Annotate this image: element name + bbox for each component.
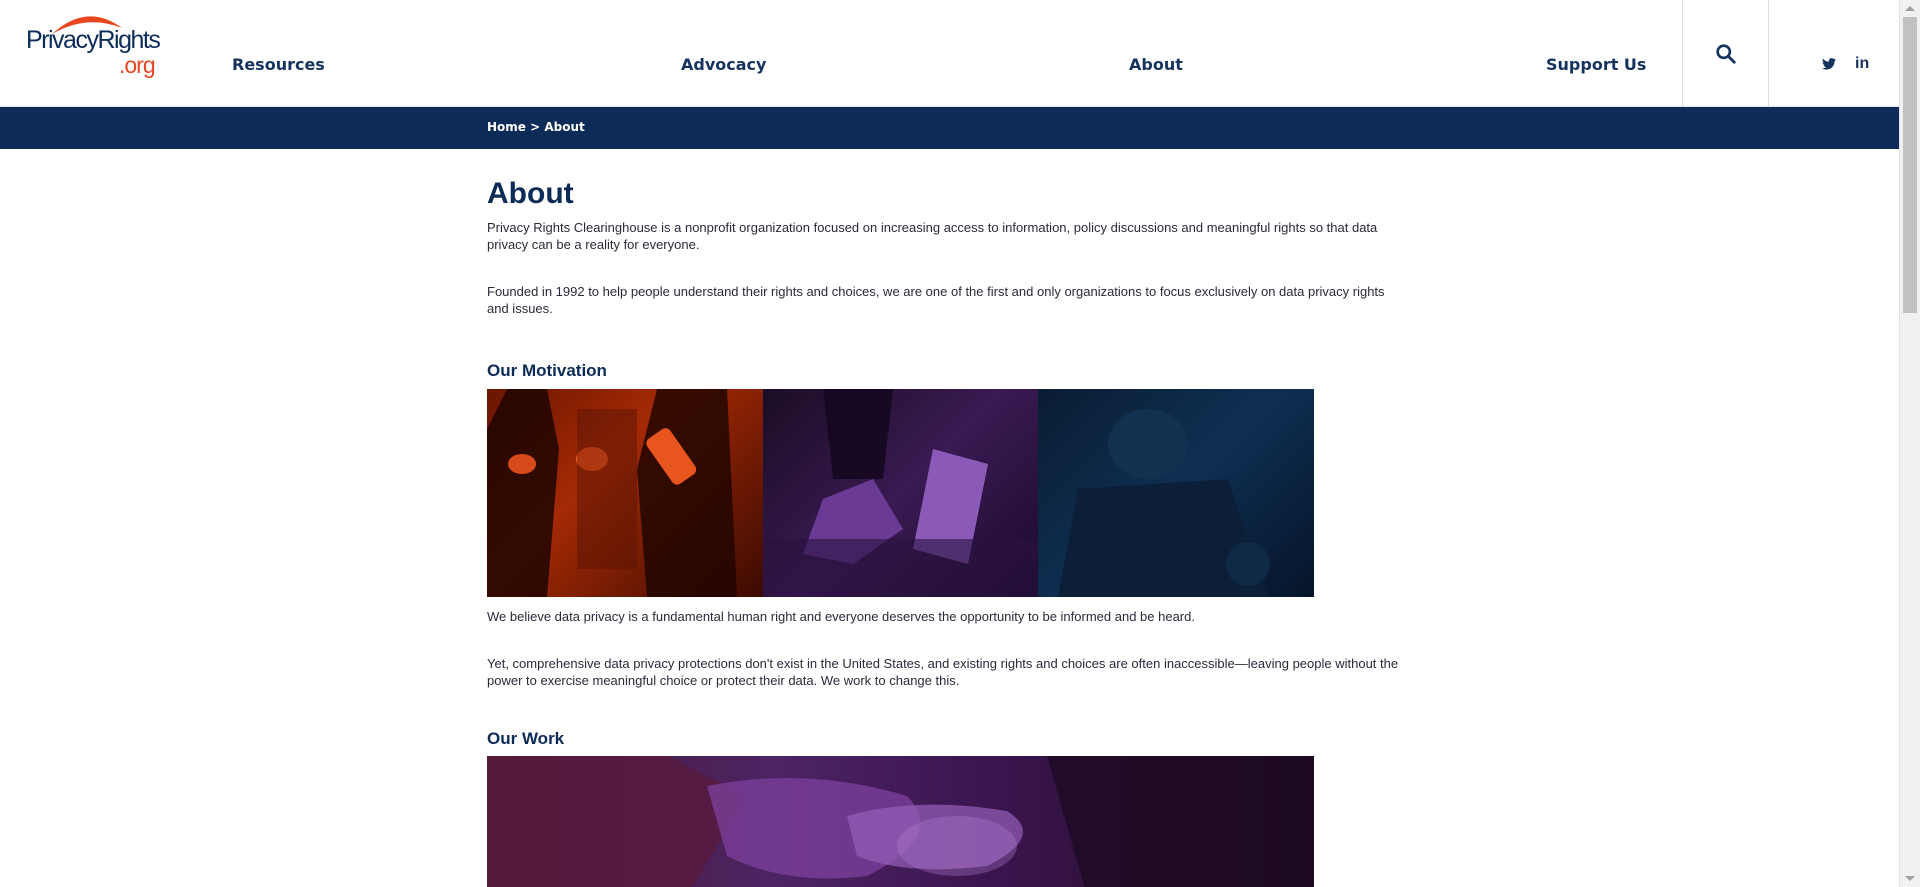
page-title: About [487, 177, 574, 210]
intro-paragraph: Privacy Rights Clearinghouse is a nonpro… [487, 220, 1378, 252]
scroll-up-arrow-icon[interactable] [1905, 6, 1915, 11]
twitter-icon[interactable] [1822, 55, 1836, 74]
section-heading-work: Our Work [487, 729, 565, 748]
nav-advocacy[interactable]: Advocacy [681, 55, 766, 74]
nav-resources[interactable]: Resources [232, 55, 325, 74]
breadcrumb: Home > About [487, 120, 585, 134]
linkedin-icon[interactable]: in [1855, 55, 1869, 73]
nav-support-us[interactable]: Support Us [1546, 55, 1646, 74]
breadcrumb-current: About [544, 120, 585, 134]
nav-about[interactable]: About [1129, 55, 1183, 74]
logo-text-main: PrivacyRights [26, 26, 161, 54]
work-image [487, 756, 1314, 887]
page-scrollbar[interactable] [1899, 0, 1920, 887]
section-heading-motivation: Our Motivation [487, 361, 607, 380]
motivation-paragraph: We believe data privacy is a fundamental… [487, 609, 1195, 624]
motivation-paragraph: Yet, comprehensive data privacy protecti… [487, 656, 1399, 688]
image-panel-stress [1038, 389, 1314, 597]
header-divider [1768, 0, 1769, 107]
breadcrumb-separator: > [525, 120, 545, 134]
logo-text-suffix: .org [119, 52, 156, 78]
image-panel-business [487, 389, 763, 597]
scroll-down-arrow-icon[interactable] [1905, 876, 1915, 881]
motivation-image [487, 389, 1314, 597]
search-icon [1715, 44, 1736, 64]
image-panel-rejection [762, 389, 1039, 597]
site-header: PrivacyRights .org Resources Advocacy Ab… [0, 0, 1899, 107]
scroll-thumb[interactable] [1903, 17, 1917, 313]
intro-paragraph: Founded in 1992 to help people understan… [487, 284, 1385, 316]
breadcrumb-home[interactable]: Home [487, 120, 526, 134]
site-logo[interactable]: PrivacyRights .org [26, 8, 161, 88]
search-button[interactable] [1682, 0, 1768, 107]
breadcrumb-bar: Home > About [0, 107, 1899, 149]
